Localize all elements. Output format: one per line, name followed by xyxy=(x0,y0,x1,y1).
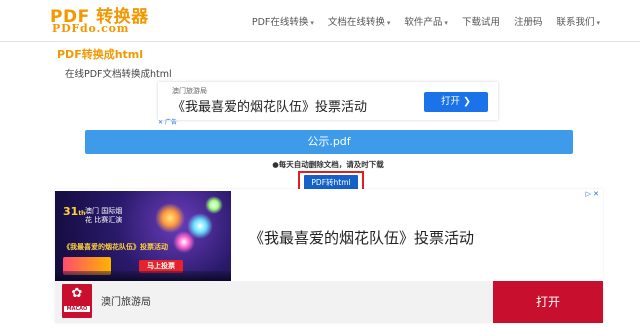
nav-label: 下载试用 xyxy=(461,17,500,28)
ad-large[interactable]: 31th 澳门 国际烟花 比赛汇演 《我最喜爱的烟花队伍》投票活动 马上投票 ▷… xyxy=(55,189,603,323)
nav-doc-convert[interactable]: 文档在线转换 ▾ xyxy=(328,14,391,28)
ad-small[interactable]: 澳门旅游局 《我最喜爱的烟花队伍》投票活动 打开 ❯ xyxy=(158,82,498,120)
ad-headline[interactable]: 《我最喜爱的烟花队伍》投票活动 xyxy=(249,227,474,248)
ad-open-button[interactable]: 打开 xyxy=(493,281,603,323)
chevron-down-icon: ▾ xyxy=(444,19,448,27)
main-nav: PDF在线转换 ▾ 文档在线转换 ▾ 软件产品 ▾ 下载试用 注册码 联系我们 ▾ xyxy=(238,14,600,28)
nav-pdf-convert[interactable]: PDF在线转换 ▾ xyxy=(252,14,314,28)
selected-file-bar[interactable]: 公示.pdf xyxy=(85,130,573,154)
site-header: PDF 转换器 PDFdo.com PDF在线转换 ▾ 文档在线转换 ▾ 软件产品 ▾… xyxy=(0,0,640,42)
lotus-icon: ✿ xyxy=(71,286,83,301)
nav-label: 注册码 xyxy=(513,17,543,28)
chevron-down-icon: ▾ xyxy=(386,19,391,27)
page-title: PDF转换成html xyxy=(57,48,144,61)
ad-headline[interactable]: 《我最喜爱的烟花队伍》投票活动 xyxy=(172,96,367,115)
advertiser-logo: ✿ MACAO xyxy=(62,284,92,318)
nav-download[interactable]: 下载试用 xyxy=(462,14,500,28)
firework-graphic xyxy=(173,231,195,253)
nav-register[interactable]: 注册码 xyxy=(514,14,543,28)
ad-footer: ✿ MACAO 澳门旅游局 打开 xyxy=(55,281,603,323)
nav-contact[interactable]: 联系我们 ▾ xyxy=(556,14,600,28)
chevron-down-icon: ▾ xyxy=(310,19,314,27)
banner-edition: 31th xyxy=(63,205,85,218)
ad-advertiser: 澳门旅游局 xyxy=(172,87,207,95)
firework-graphic xyxy=(205,196,223,214)
nav-software[interactable]: 软件产品 ▾ xyxy=(404,14,448,28)
ad-choices-icon[interactable]: ▷ ✕ xyxy=(586,190,599,198)
ad-advertiser: 澳门旅游局 xyxy=(101,297,151,308)
chevron-down-icon: ▾ xyxy=(596,19,600,27)
logo-word: MACAO xyxy=(64,306,90,312)
auto-delete-notice: ●每天自动删除文档，请及时下载 xyxy=(272,160,384,169)
ad-banner-image[interactable]: 31th 澳门 国际烟花 比赛汇演 《我最喜爱的烟花队伍》投票活动 马上投票 xyxy=(55,191,231,283)
ad-open-button[interactable]: 打开 ❯ xyxy=(424,92,488,112)
page-subtitle: 在线PDF文档转换成html xyxy=(65,69,172,80)
nav-label: 联系我们 xyxy=(556,17,595,28)
firework-graphic xyxy=(155,203,185,233)
nav-label: 文档在线转换 xyxy=(327,17,385,28)
nav-label: PDF在线转换 xyxy=(251,17,309,28)
banner-vote-text: 《我最喜爱的烟花队伍》投票活动 xyxy=(63,243,168,251)
logo-sub-text: PDFdo.com xyxy=(52,22,130,35)
nav-label: 软件产品 xyxy=(404,17,443,28)
banner-title: 澳门 国际烟花 比赛汇演 xyxy=(85,207,123,224)
ad-choices-icon[interactable]: ✕ 广告 xyxy=(158,117,177,126)
banner-edition-number: 31 xyxy=(63,205,79,218)
site-logo[interactable]: PDF 转换器 PDFdo.com xyxy=(50,2,150,38)
